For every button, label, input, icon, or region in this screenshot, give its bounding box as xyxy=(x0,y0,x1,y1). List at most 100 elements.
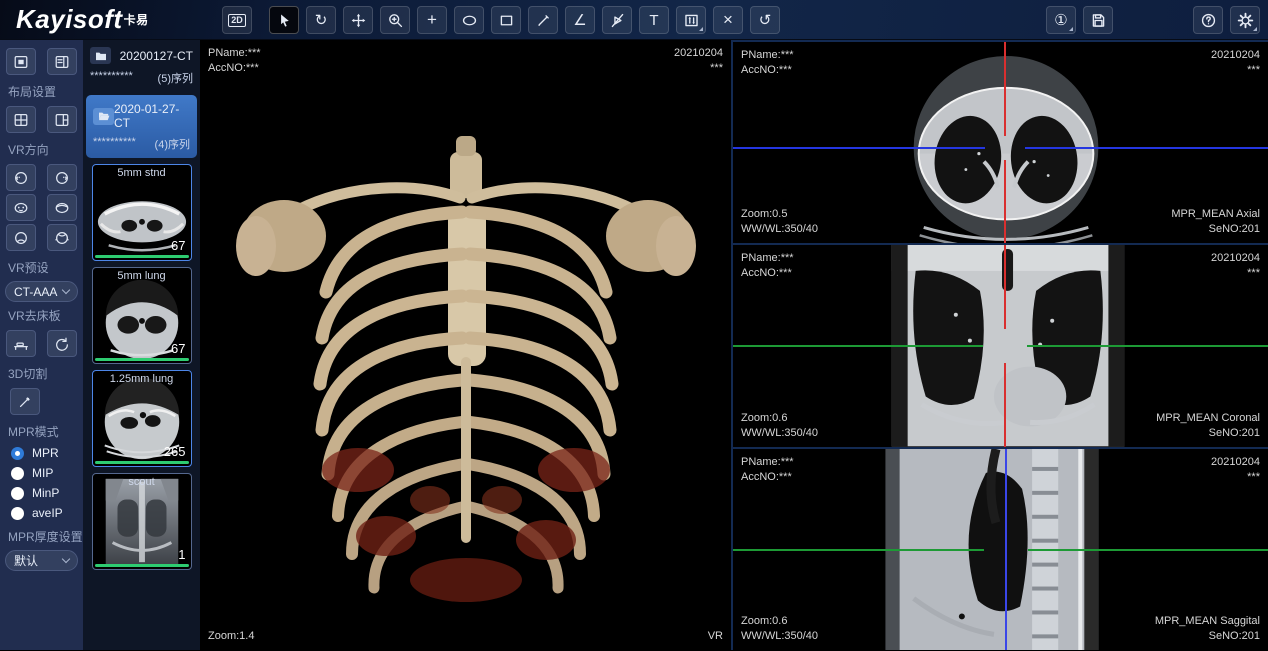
crosshair-red-vertical[interactable] xyxy=(1004,160,1006,243)
mpr-panel: PName:***AccNO:*** 20210204*** Zoom:0.5W… xyxy=(733,40,1268,650)
study-date-overlay: 20210204*** xyxy=(1211,48,1260,78)
crosshair-blue-vertical[interactable] xyxy=(1005,449,1007,650)
crosshair-green-horizontal[interactable] xyxy=(1027,345,1268,347)
head-back-icon xyxy=(54,200,70,216)
layout-select-button[interactable]: ① xyxy=(1046,6,1076,34)
vr-head-front-button[interactable] xyxy=(6,194,36,221)
mpr-mode-option-mip[interactable]: MIP xyxy=(0,463,83,483)
radio-label: MIP xyxy=(32,466,53,480)
series-info-overlay: MPR_MEAN CoronalSeNO:201 xyxy=(1156,411,1260,441)
main-tool-group: 2D ↻ + ∠ T xyxy=(222,6,780,34)
cine-scroll-button[interactable]: ↻ xyxy=(306,6,336,34)
2d-view-button[interactable]: 2D xyxy=(222,6,252,34)
gear-icon xyxy=(1237,12,1254,29)
measure-button[interactable] xyxy=(528,6,558,34)
layout-split-icon xyxy=(54,112,70,128)
vr-head-top-button[interactable] xyxy=(6,224,36,251)
cursor-icon xyxy=(276,12,293,29)
mpr-mode-label: MPR模式 xyxy=(0,418,83,443)
mpr-mode-option-minp[interactable]: MinP xyxy=(0,483,83,503)
window-level-button[interactable] xyxy=(676,6,706,34)
mpr-sagittal-viewport[interactable]: PName:***AccNO:*** 20210204*** Zoom:0.6W… xyxy=(733,447,1268,650)
settings-button[interactable] xyxy=(1230,6,1260,34)
thumbnail-1-25mm-lung[interactable]: 1.25mm lung 265 xyxy=(92,370,192,467)
vr-head-left-button[interactable] xyxy=(6,164,36,191)
layout-grid-button[interactable] xyxy=(6,106,36,133)
thumbnail-image-count: 265 xyxy=(164,444,186,459)
thumbnail-progress-bar xyxy=(95,255,189,258)
crosshair-red-vertical[interactable] xyxy=(1004,42,1006,136)
text-icon: T xyxy=(649,12,658,29)
thumbnail-image-count: 1 xyxy=(178,547,185,562)
mpr-axial-viewport[interactable]: PName:***AccNO:*** 20210204*** Zoom:0.5W… xyxy=(733,40,1268,243)
study-date-overlay: 20210204*** xyxy=(1211,251,1260,281)
study-item-2-selected[interactable]: 2020-01-27-CT **********(4)序列 xyxy=(86,95,197,158)
vr-viewport[interactable]: PName:***AccNO:*** 20210204*** Zoom:1.4 … xyxy=(200,40,733,650)
thumbnail-5mm-stnd[interactable]: 5mm stnd 67 xyxy=(92,164,192,261)
layout-grid-icon xyxy=(13,112,29,128)
thumbnail-label: 1.25mm lung xyxy=(93,373,191,385)
vr-head-right-button[interactable] xyxy=(47,164,77,191)
layout-split-button[interactable] xyxy=(47,106,77,133)
vr-head-back-button[interactable] xyxy=(47,194,77,221)
reset-button[interactable]: ↺ xyxy=(750,6,780,34)
zoom-tool-button[interactable] xyxy=(380,6,410,34)
study-series-count: (4)序列 xyxy=(155,136,190,152)
mpr-thickness-value: 默认 xyxy=(14,552,38,569)
patient-info-overlay: PName:***AccNO:*** xyxy=(741,455,794,485)
head-top-icon xyxy=(13,230,29,246)
crosshair-green-horizontal[interactable] xyxy=(733,549,984,551)
top-toolbar: Kayisoft卡易 2D ↻ + ∠ xyxy=(0,0,1268,40)
app-logo: Kayisoft卡易 xyxy=(16,4,149,35)
text-annotation-button[interactable]: T xyxy=(639,6,669,34)
crosshair-red-vertical[interactable] xyxy=(1004,363,1006,446)
ellipse-roi-button[interactable] xyxy=(454,6,484,34)
crosshair-blue-horizontal[interactable] xyxy=(1025,147,1268,149)
dropdown-corner xyxy=(1069,27,1073,31)
scalpel-icon xyxy=(17,394,33,410)
mpr-mode-option-aveip[interactable]: aveIP xyxy=(0,503,83,523)
zoom-wwwl-overlay: Zoom:0.6WW/WL:350/40 xyxy=(741,411,818,441)
remove-bed-button[interactable] xyxy=(6,330,36,357)
series-info-overlay: MPR_MEAN AxialSeNO:201 xyxy=(1171,207,1260,237)
layout-single-button[interactable] xyxy=(6,48,36,75)
patient-info-overlay: PName:***AccNO:*** xyxy=(208,46,261,76)
rectangle-roi-button[interactable] xyxy=(491,6,521,34)
radio-label: MPR xyxy=(32,446,59,460)
crosshair-green-horizontal[interactable] xyxy=(1028,549,1268,551)
bed-reset-button[interactable] xyxy=(47,330,77,357)
study-item-1[interactable]: 20200127-CT **********(5)序列 xyxy=(83,40,200,92)
radio-label: aveIP xyxy=(32,506,63,520)
mpr-mode-option-mpr[interactable]: MPR xyxy=(0,443,83,463)
thumbnail-scout[interactable]: scout 1 xyxy=(92,473,192,570)
mpr-coronal-viewport[interactable]: PName:***AccNO:*** 20210204*** Zoom:0.6W… xyxy=(733,243,1268,446)
layout-single-icon xyxy=(13,54,29,70)
scalpel-button[interactable] xyxy=(10,388,40,415)
thumbnail-label: 5mm stnd xyxy=(93,167,191,179)
pan-button[interactable] xyxy=(343,6,373,34)
angle-button[interactable]: ∠ xyxy=(565,6,595,34)
save-button[interactable] xyxy=(1083,6,1113,34)
bed-icon xyxy=(13,336,29,352)
dropdown-corner xyxy=(1253,27,1257,31)
series-panel: 20200127-CT **********(5)序列 2020-01-27-C… xyxy=(83,40,200,650)
vr-preset-select[interactable]: CT-AAA xyxy=(5,281,78,302)
crosshair-button[interactable]: + xyxy=(417,6,447,34)
thumbnail-5mm-lung[interactable]: 5mm lung 67 xyxy=(92,267,192,364)
layout-tool-group: ① xyxy=(1046,6,1113,34)
vr-head-bottom-button[interactable] xyxy=(47,224,77,251)
layout-report-button[interactable] xyxy=(47,48,77,75)
crosshair-blue-horizontal[interactable] xyxy=(733,147,985,149)
crosshair-green-horizontal[interactable] xyxy=(733,345,983,347)
mpr-thickness-select[interactable]: 默认 xyxy=(5,550,78,571)
help-button[interactable] xyxy=(1193,6,1223,34)
cursor-button[interactable] xyxy=(269,6,299,34)
pan-icon xyxy=(350,12,367,29)
crosshair-red-vertical[interactable] xyxy=(1004,245,1006,329)
thumbnail-image xyxy=(93,474,191,569)
study-series-count: (5)序列 xyxy=(158,70,193,86)
delete-annotation-button[interactable]: × xyxy=(713,6,743,34)
cobb-angle-button[interactable] xyxy=(602,6,632,34)
render-mode-overlay: VR xyxy=(708,629,723,644)
pencil-measure-icon xyxy=(535,12,552,29)
